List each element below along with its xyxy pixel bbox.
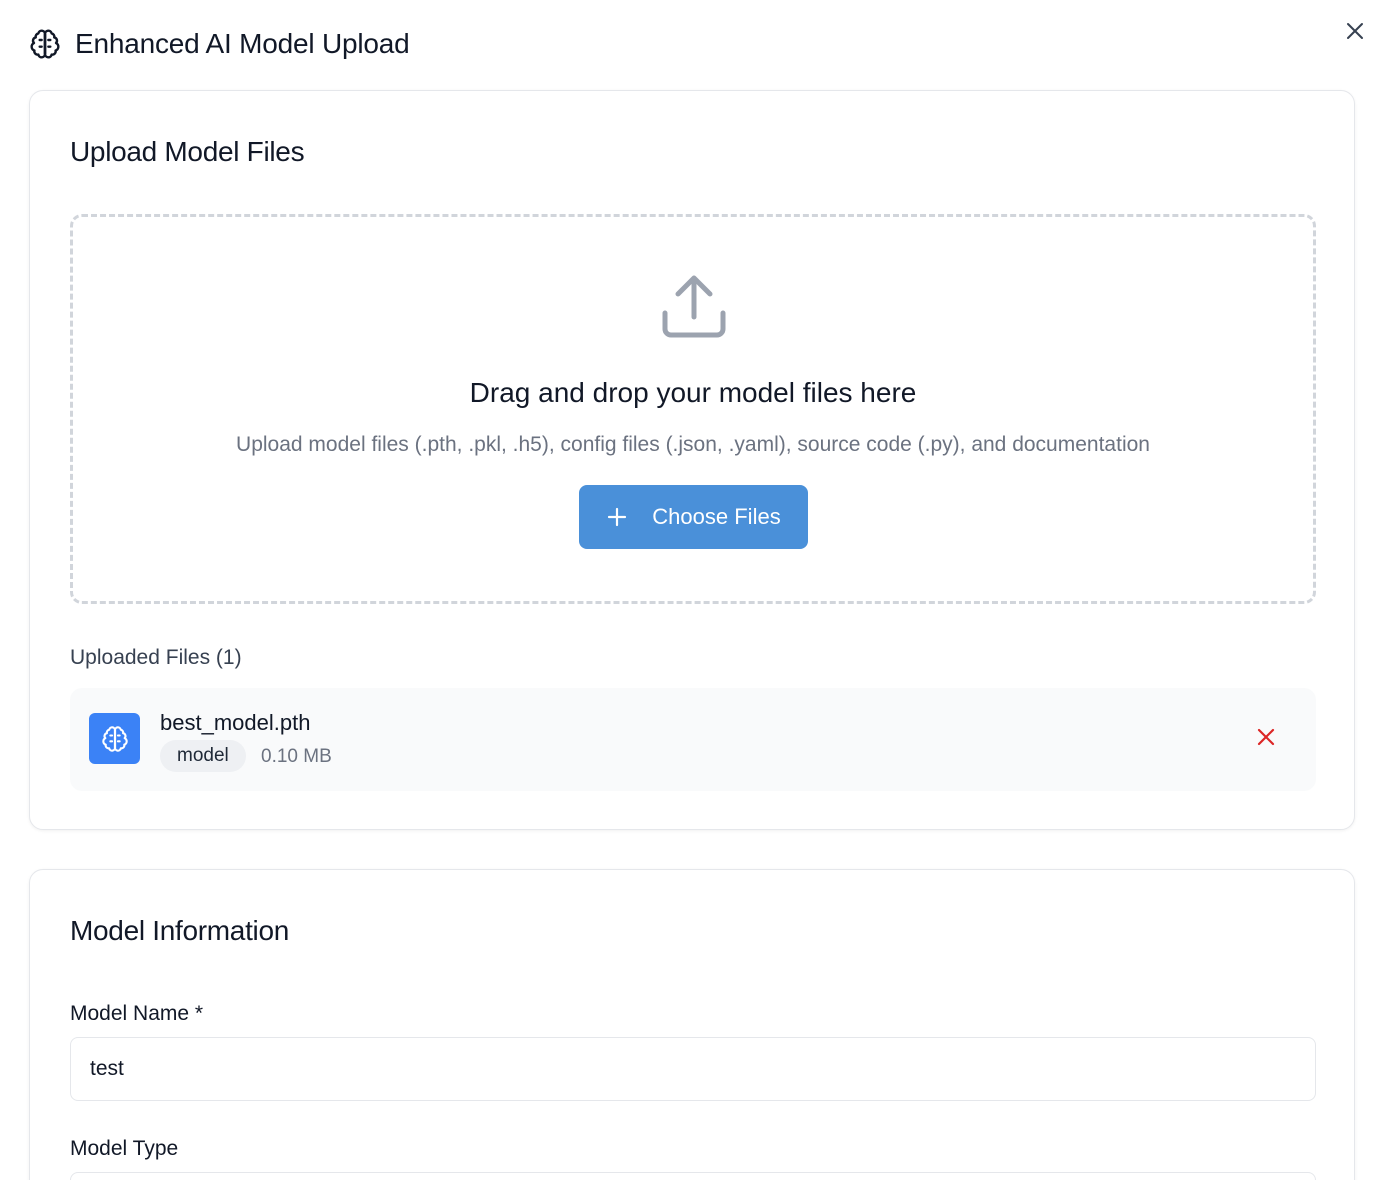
file-name: best_model.pth bbox=[160, 710, 311, 735]
dropzone-title: Drag and drop your model files here bbox=[469, 377, 917, 408]
dialog-title: Enhanced AI Model Upload bbox=[75, 28, 410, 59]
brain-icon bbox=[89, 713, 140, 764]
choose-files-label: Choose Files bbox=[652, 504, 781, 529]
close-icon bbox=[1257, 728, 1275, 751]
model-type-select[interactable] bbox=[70, 1172, 1316, 1180]
upload-icon bbox=[659, 273, 729, 343]
dropzone-subtitle: Upload model files (.pth, .pkl, .h5), co… bbox=[236, 433, 1150, 456]
remove-file-button[interactable] bbox=[1255, 728, 1277, 750]
section-title-upload: Upload Model Files bbox=[70, 136, 305, 167]
model-type-label: Model Type bbox=[70, 1137, 179, 1160]
file-dropzone[interactable]: Drag and drop your model files here Uplo… bbox=[70, 214, 1316, 604]
model-information-card: Model Information Model Name * Model Typ… bbox=[29, 869, 1355, 1180]
section-title-model-info: Model Information bbox=[70, 915, 290, 946]
file-size: 0.10 MB bbox=[261, 746, 332, 767]
uploaded-file-item: best_model.pth model 0.10 MB bbox=[70, 688, 1316, 791]
model-name-input[interactable] bbox=[70, 1037, 1316, 1101]
upload-model-files-card: Upload Model Files Drag and drop your mo… bbox=[29, 90, 1355, 830]
close-icon bbox=[1345, 21, 1365, 46]
dialog-header: Enhanced AI Model Upload bbox=[29, 28, 410, 60]
model-name-label: Model Name * bbox=[70, 1002, 204, 1025]
brain-icon bbox=[29, 28, 61, 60]
choose-files-button[interactable]: Choose Files bbox=[579, 485, 808, 549]
uploaded-files-heading: Uploaded Files (1) bbox=[70, 646, 242, 669]
file-type-badge: model bbox=[160, 740, 246, 772]
close-dialog-button[interactable] bbox=[1342, 20, 1368, 46]
upload-dialog: Enhanced AI Model Upload Upload Model Fi… bbox=[0, 0, 1388, 1180]
plus-icon bbox=[606, 506, 628, 528]
